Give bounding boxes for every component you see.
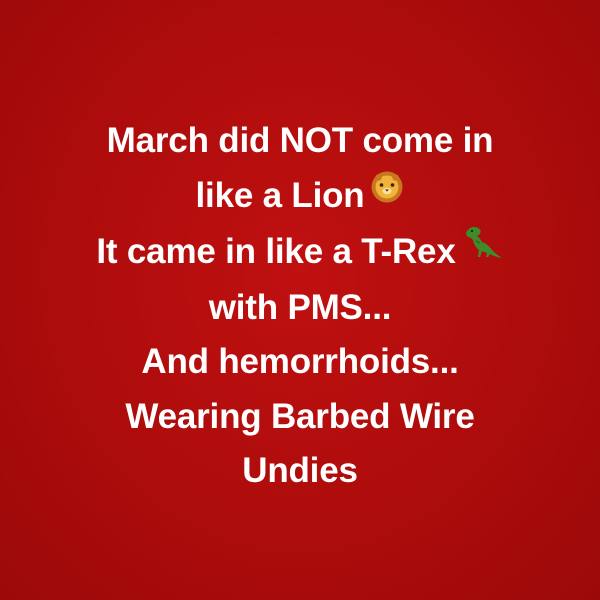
text-line-2: like a Lion	[195, 175, 365, 215]
meme-text: March did NOT come in like a Lion It cam…	[0, 114, 600, 499]
text-line-5: And hemorrhoids...	[141, 342, 459, 381]
text-line-3-wrapper: It came in like a T-Rex	[0, 225, 600, 281]
t-rex-icon	[462, 222, 504, 277]
meme-canvas: March did NOT come in like a Lion It cam…	[0, 0, 600, 600]
text-line-1: March did NOT come in	[106, 121, 494, 160]
text-line-2-wrapper: like a Lion	[0, 169, 600, 225]
lion-face-icon	[370, 166, 404, 221]
text-line-7: Undies	[242, 451, 358, 490]
text-line-3: It came in like a T-Rex	[96, 231, 456, 271]
text-line-6: Wearing Barbed Wire	[125, 396, 475, 436]
text-line-4: with PMS...	[208, 287, 392, 327]
